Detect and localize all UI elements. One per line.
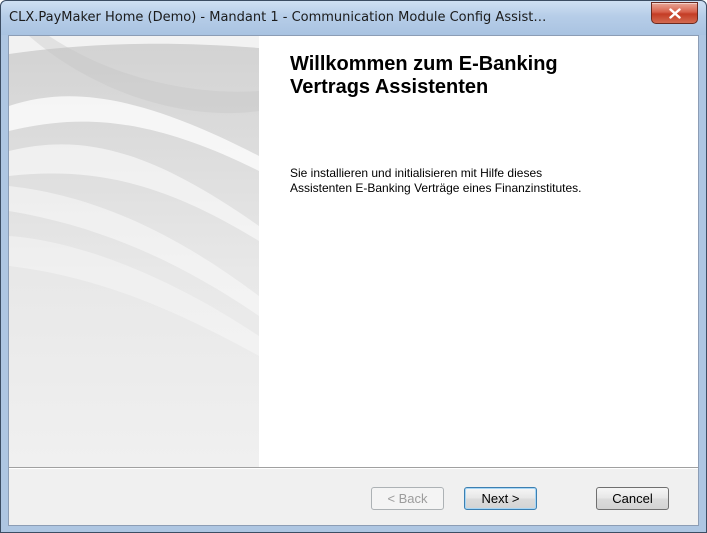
cancel-button[interactable]: Cancel (596, 487, 669, 510)
wizard-window: CLX.PayMaker Home (Demo) - Mandant 1 - C… (0, 0, 707, 533)
page-title: Willkommen zum E-Banking Vertrags Assist… (290, 53, 558, 98)
decorative-swoosh-graphic (9, 36, 259, 467)
close-icon (668, 7, 681, 19)
close-button[interactable] (651, 2, 698, 24)
next-button[interactable]: Next > (464, 487, 537, 510)
footer-divider (9, 467, 698, 469)
back-button[interactable]: < Back (371, 487, 444, 510)
title-bar[interactable]: CLX.PayMaker Home (Demo) - Mandant 1 - C… (1, 1, 706, 35)
wizard-side-banner (9, 36, 259, 467)
page-description: Sie installieren und initialisieren mit … (290, 166, 582, 195)
wizard-body: Willkommen zum E-Banking Vertrags Assist… (8, 35, 699, 526)
wizard-content: Willkommen zum E-Banking Vertrags Assist… (259, 36, 698, 467)
window-title: CLX.PayMaker Home (Demo) - Mandant 1 - C… (9, 10, 547, 25)
